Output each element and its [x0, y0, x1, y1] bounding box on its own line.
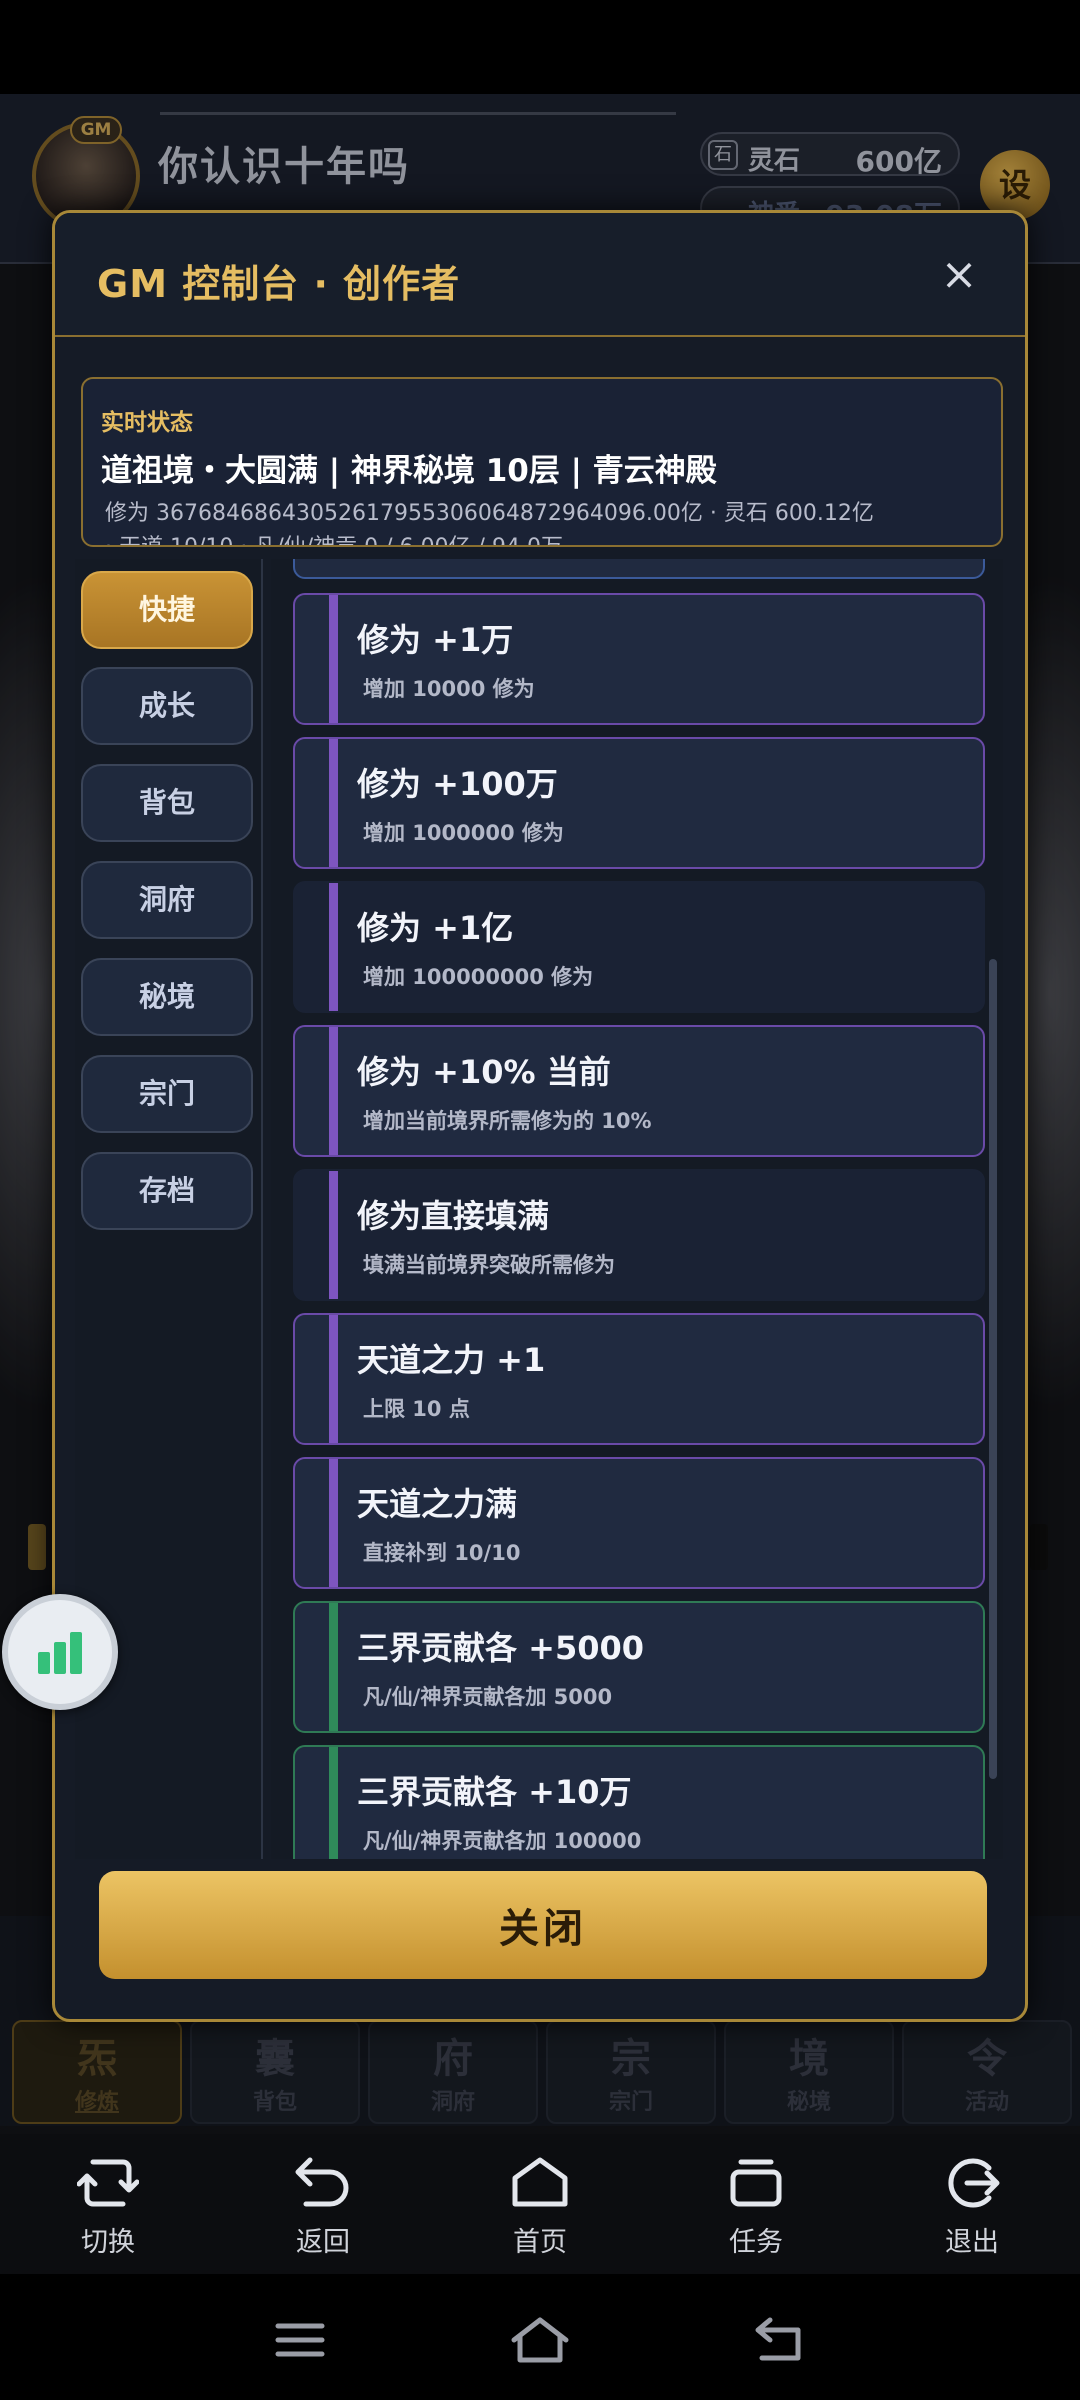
- accent-bar: [329, 595, 338, 723]
- action-title: 三界贡献各 +5000: [357, 1629, 645, 1667]
- action-desc: 凡/仙/神界贡献各加 5000: [363, 1685, 613, 1709]
- bar-chart-icon: [38, 1652, 50, 1674]
- nav-label: 任务: [729, 2227, 783, 2258]
- nav-secret-realm[interactable]: 秘境: [81, 958, 253, 1036]
- scrollbar[interactable]: [989, 959, 997, 1779]
- action-desc: 凡/仙/神界贡献各加 100000: [363, 1829, 642, 1853]
- action-title: 修为直接填满: [357, 1197, 550, 1235]
- home-button[interactable]: 首页: [460, 2154, 620, 2264]
- status-main: 道祖境・大圆满 | 神界秘境 10层 | 青云神殿: [101, 453, 717, 489]
- action-title: 修为 +1万: [357, 621, 514, 659]
- home-icon: [512, 2157, 568, 2207]
- gm-console-modal: GM 控制台 · 创作者 × 实时状态 道祖境・大圆满 | 神界秘境 10层 |…: [52, 210, 1028, 2022]
- action-item[interactable]: 三界贡献各 +10万 凡/仙/神界贡献各加 100000: [293, 1745, 985, 1859]
- action-title: 修为 +100万: [357, 765, 558, 803]
- status-detail: 修为 3676846864305261795530606487296409​6.…: [105, 501, 874, 526]
- browser-nav-bar: 切换 返回 首页 任务 退出: [0, 2134, 1080, 2274]
- menu-icon[interactable]: [260, 2310, 340, 2370]
- accent-bar: [329, 1747, 338, 1859]
- action-desc: 增加 100000000 修为: [363, 965, 594, 989]
- action-item[interactable]: 修为直接填满 填满当前境界突破所需修为: [293, 1169, 985, 1301]
- accent-bar: [329, 1315, 338, 1443]
- accent-bar: [329, 1027, 338, 1155]
- bar-chart-icon: [54, 1642, 66, 1674]
- nav-growth[interactable]: 成长: [81, 667, 253, 745]
- action-item[interactable]: 修为 +10% 当前 增加当前境界所需修为的 10%: [293, 1025, 985, 1157]
- action-title: 天道之力满: [357, 1485, 518, 1523]
- action-title: 三界贡献各 +10万: [357, 1773, 632, 1811]
- tasks-icon: [730, 2159, 782, 2207]
- accent-bar: [329, 1603, 338, 1731]
- bar-chart-icon: [70, 1632, 82, 1674]
- action-desc: 增加 1000000 修为: [363, 821, 564, 845]
- nav-label: 退出: [945, 2227, 999, 2258]
- nav-label: 首页: [513, 2227, 567, 2258]
- realtime-status-panel: 实时状态 道祖境・大圆满 | 神界秘境 10层 | 青云神殿 修为 367684…: [81, 377, 1003, 547]
- tasks-button[interactable]: 任务: [676, 2154, 836, 2264]
- modal-header: GM 控制台 · 创作者 ×: [55, 213, 1025, 337]
- accent-bar: [329, 1459, 338, 1587]
- close-button[interactable]: 关闭: [99, 1871, 987, 1979]
- exit-button[interactable]: 退出: [892, 2154, 1052, 2264]
- action-item[interactable]: 三界贡献各 +5000 凡/仙/神界贡献各加 5000: [293, 1601, 985, 1733]
- action-item[interactable]: 天道之力满 直接补到 10/10: [293, 1457, 985, 1589]
- accent-bar: [329, 883, 338, 1011]
- action-desc: 增加 10000 修为: [363, 677, 535, 701]
- floating-stats-button[interactable]: [2, 1594, 118, 1710]
- system-nav-bar: [0, 2274, 1080, 2400]
- nav-cave[interactable]: 洞府: [81, 861, 253, 939]
- action-item[interactable]: 修为 +100万 增加 1000000 修为: [293, 737, 985, 869]
- nav-bag[interactable]: 背包: [81, 764, 253, 842]
- switch-icon: [77, 2159, 139, 2207]
- action-item[interactable]: 天道之力 +1 上限 10 点: [293, 1313, 985, 1445]
- accent-bar: [329, 1171, 338, 1299]
- action-title: 修为 +10% 当前: [357, 1053, 611, 1091]
- nav-label: 切换: [81, 2227, 135, 2258]
- action-item[interactable]: 修为 +1万 增加 10000 修为: [293, 593, 985, 725]
- action-desc: 直接补到 10/10: [363, 1541, 521, 1565]
- action-desc: 填满当前境界突破所需修为: [363, 1253, 615, 1277]
- back-button[interactable]: 返回: [243, 2154, 403, 2264]
- action-title: 天道之力 +1: [357, 1341, 546, 1379]
- nav-sect[interactable]: 宗门: [81, 1055, 253, 1133]
- nav-quick[interactable]: 快捷: [81, 571, 253, 649]
- nav-save[interactable]: 存档: [81, 1152, 253, 1230]
- home-icon[interactable]: [500, 2310, 580, 2370]
- nav-label: 返回: [296, 2227, 350, 2258]
- list-item[interactable]: [293, 559, 985, 579]
- exit-icon: [948, 2158, 1000, 2208]
- action-desc: 增加当前境界所需修为的 10%: [363, 1109, 652, 1133]
- accent-bar: [329, 739, 338, 867]
- back-arrow-icon: [295, 2157, 349, 2207]
- status-label: 实时状态: [101, 410, 193, 436]
- back-icon[interactable]: [740, 2310, 820, 2370]
- status-detail: · 天道 10/10 · 凡/仙/神贡 0 / 6.00亿 / 94.0万: [105, 529, 563, 545]
- switch-button[interactable]: 切换: [28, 2154, 188, 2264]
- modal-title: GM 控制台 · 创作者: [97, 262, 461, 306]
- action-list[interactable]: 修为 +1万 增加 10000 修为 修为 +100万 增加 1000000 修…: [271, 559, 1003, 1859]
- action-title: 修为 +1亿: [357, 909, 514, 947]
- action-item[interactable]: 修为 +1亿 增加 100000000 修为: [293, 881, 985, 1013]
- close-icon[interactable]: ×: [929, 245, 989, 305]
- action-desc: 上限 10 点: [363, 1397, 470, 1421]
